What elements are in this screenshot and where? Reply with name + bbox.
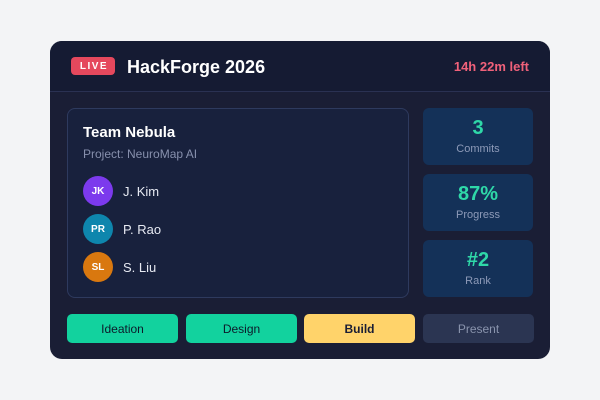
stat-value: 3 xyxy=(472,117,484,139)
team-panel: Team Nebula Project: NeuroMap AI JK J. K… xyxy=(67,108,409,298)
stat-value: #2 xyxy=(466,249,490,271)
stat-commits: 3 Commits xyxy=(423,108,533,165)
project-name: Project: NeuroMap AI xyxy=(83,147,198,161)
team-member: PR P. Rao xyxy=(83,214,161,244)
team-name: Team Nebula xyxy=(83,124,176,141)
team-member: SL S. Liu xyxy=(83,252,156,282)
avatar: SL xyxy=(83,252,113,282)
stat-rank: #2 Rank xyxy=(423,240,533,297)
live-badge: LIVE xyxy=(71,57,115,75)
member-name: J. Kim xyxy=(123,183,160,199)
stat-value: 87% xyxy=(457,183,499,205)
stat-label: Rank xyxy=(465,275,491,287)
stat-label: Progress xyxy=(455,209,501,221)
member-name: S. Liu xyxy=(123,259,157,275)
event-title: HackForge 2026 xyxy=(127,57,266,77)
stat-progress: 87% Progress xyxy=(423,174,533,231)
member-name: P. Rao xyxy=(123,221,162,237)
card-header: LIVE HackForge 2026 14h 22m left xyxy=(50,41,550,92)
phase-ideation-button[interactable]: Ideation xyxy=(67,314,178,343)
stat-label: Commits xyxy=(456,143,500,155)
avatar: PR xyxy=(83,214,113,244)
hackathon-card: LIVE HackForge 2026 14h 22m left Team Ne… xyxy=(50,41,550,359)
phase-design-button[interactable]: Design xyxy=(186,314,297,343)
phase-present-button[interactable]: Present xyxy=(423,314,534,343)
phase-build-button[interactable]: Build xyxy=(304,314,415,343)
time-remaining: 14h 22m left xyxy=(453,59,529,74)
avatar: JK xyxy=(83,176,113,206)
team-member: JK J. Kim xyxy=(83,176,159,206)
